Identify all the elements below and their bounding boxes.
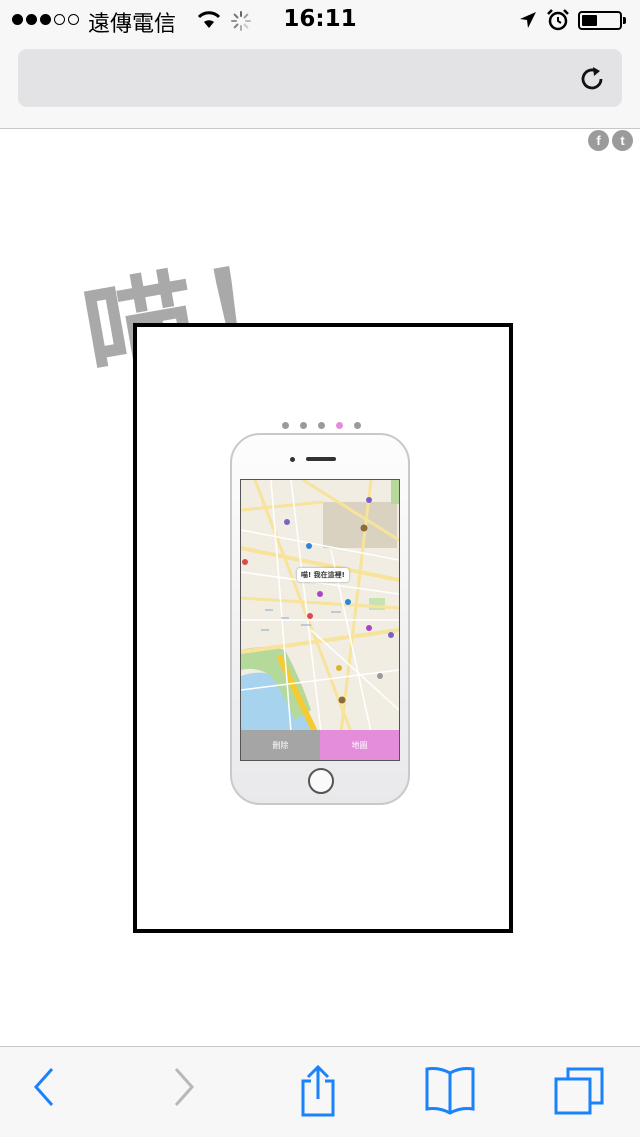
twitter-icon[interactable]: t (612, 130, 633, 151)
page-dot[interactable] (300, 422, 307, 429)
social-share-icons: f t (588, 130, 633, 151)
phone-screen: 喵! 我在這裡! 刪除 地圖 (240, 479, 400, 761)
page-dot[interactable] (282, 422, 289, 429)
page-dot-active[interactable] (336, 422, 343, 429)
phone-camera (290, 457, 295, 462)
map-callout: 喵! 我在這裡! (297, 568, 349, 582)
url-field[interactable] (18, 49, 622, 107)
page-dot[interactable] (354, 422, 361, 429)
phone-speaker (306, 457, 336, 461)
page-dot[interactable] (318, 422, 325, 429)
back-icon[interactable] (14, 1065, 74, 1119)
bookmarks-icon[interactable] (420, 1065, 480, 1119)
status-time: 16:11 (283, 6, 357, 32)
browser-toolbar (0, 1046, 640, 1137)
map-image (241, 480, 399, 732)
phone-mockup: 喵! 我在這裡! 刪除 地圖 (230, 433, 410, 805)
app-tab-bar: 刪除 地圖 (241, 730, 399, 760)
status-bar: 遠傳電信 16:11 (0, 0, 640, 40)
tabs-icon[interactable] (550, 1065, 610, 1119)
phone-home-button (308, 768, 334, 794)
delete-tab[interactable]: 刪除 (241, 730, 320, 760)
alarm-clock-icon (546, 8, 570, 36)
share-icon[interactable] (288, 1065, 348, 1119)
reload-icon[interactable] (576, 63, 608, 95)
location-arrow-icon (518, 10, 538, 34)
map-tab[interactable]: 地圖 (320, 730, 399, 760)
page-indicator[interactable] (282, 422, 361, 429)
forward-icon[interactable] (154, 1065, 214, 1119)
battery-icon (578, 11, 626, 30)
browser-nav-bar (0, 40, 640, 129)
facebook-icon[interactable]: f (588, 130, 609, 151)
